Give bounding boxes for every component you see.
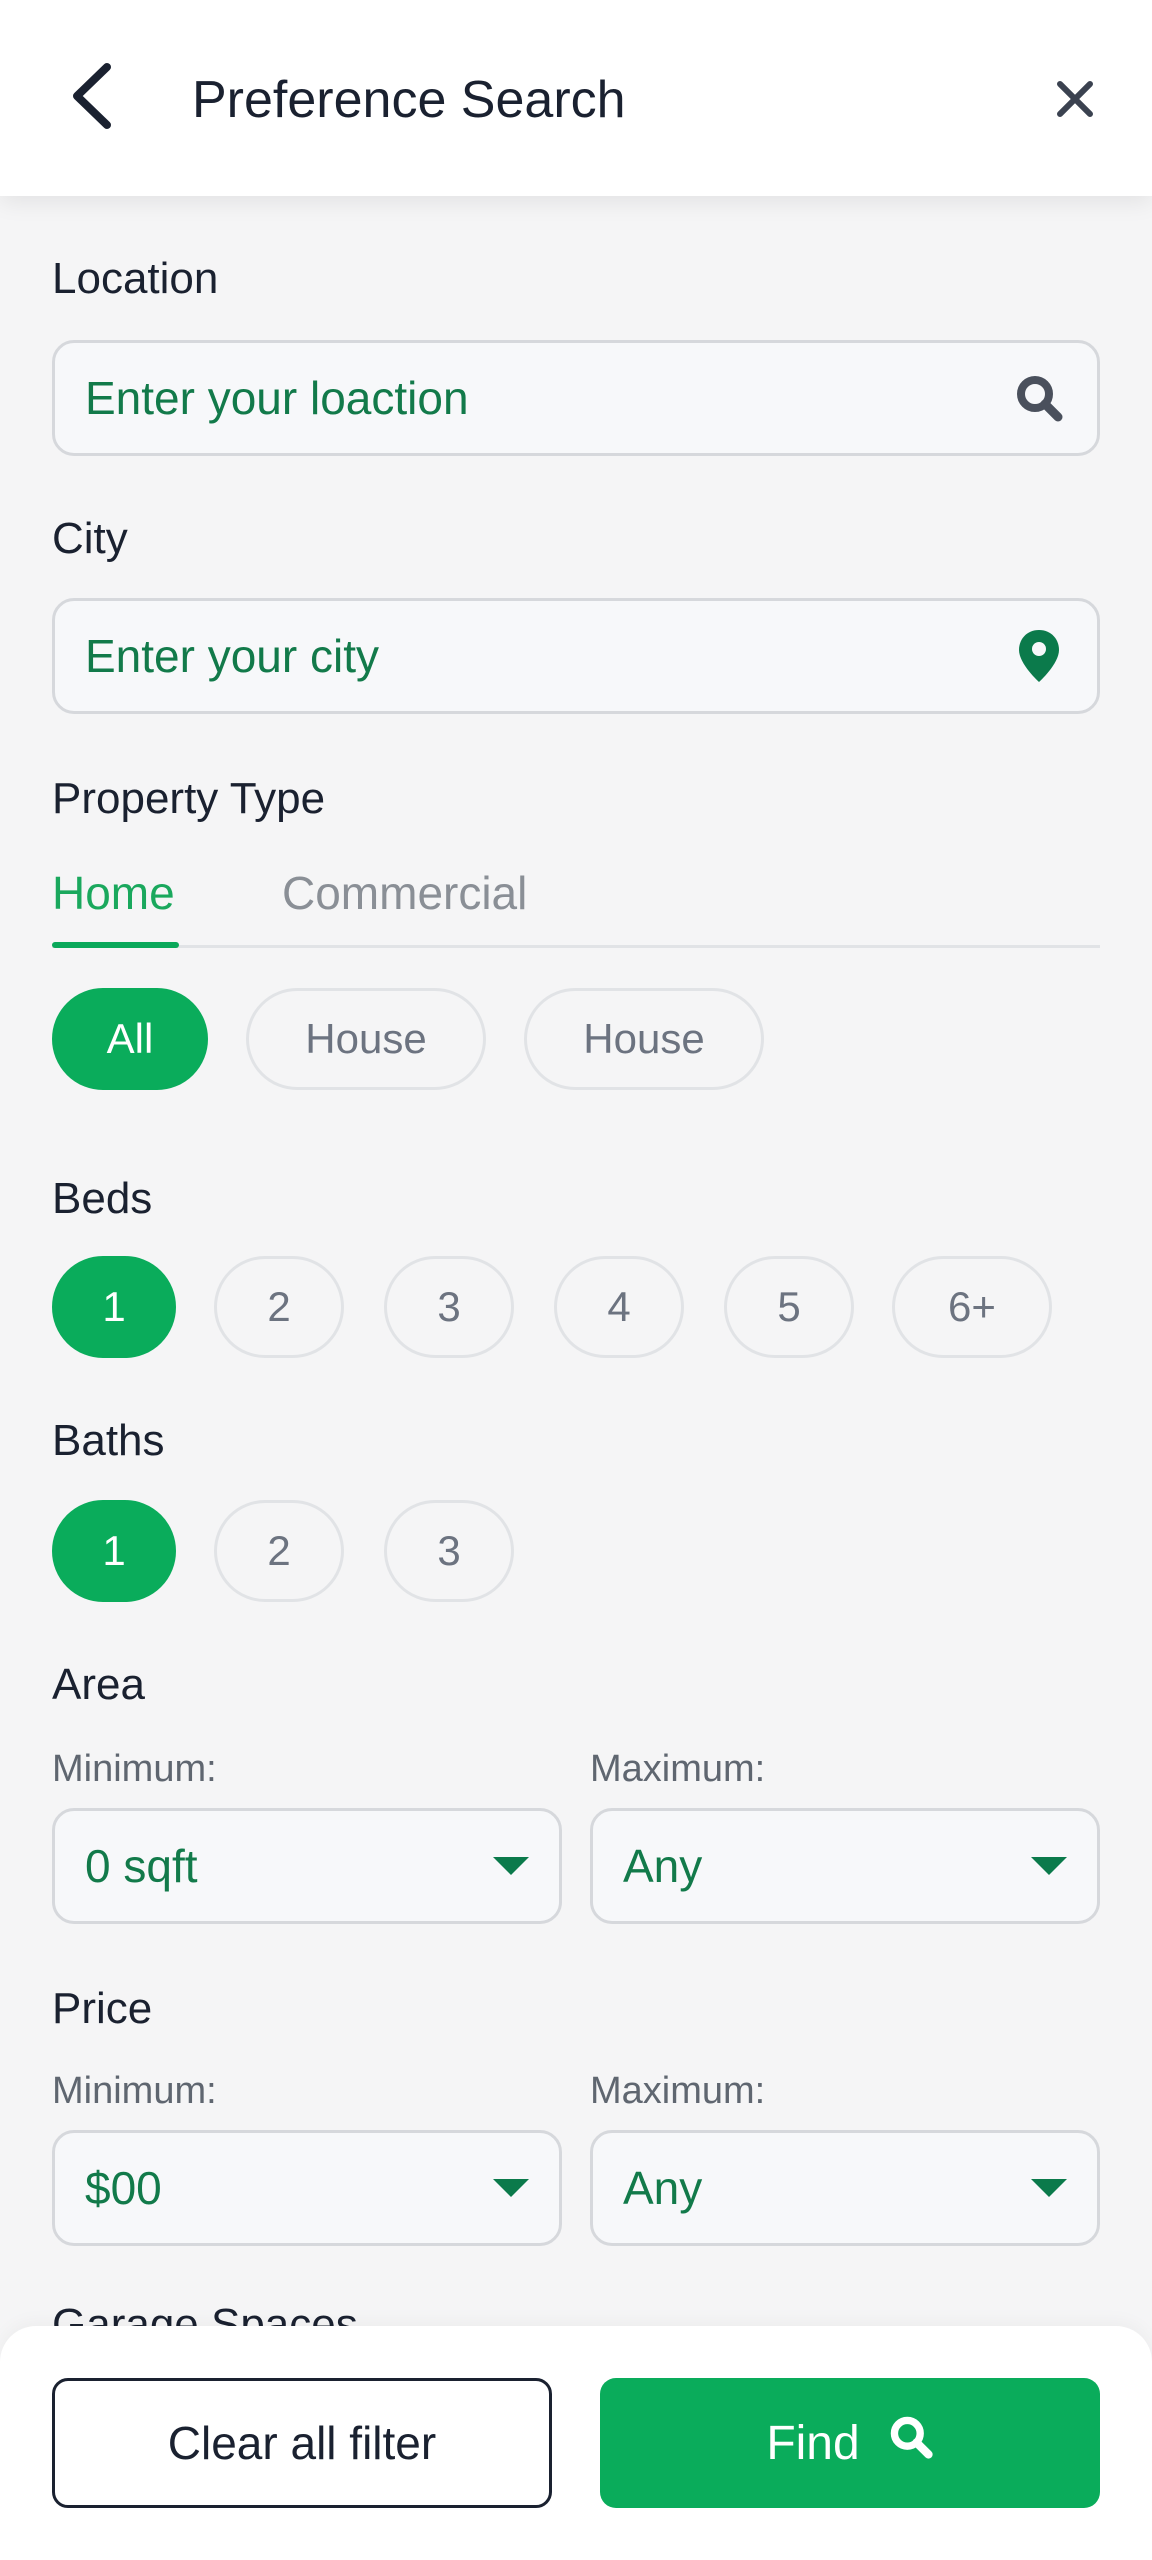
baths-option-2[interactable]: 2 bbox=[214, 1500, 344, 1602]
area-min-label: Minimum: bbox=[52, 1748, 217, 1790]
location-pin-icon bbox=[1011, 628, 1067, 684]
price-min-select[interactable]: $00 bbox=[52, 2130, 562, 2246]
area-min-value: 0 sqft bbox=[85, 1840, 198, 1892]
baths-label: Baths bbox=[52, 1416, 165, 1465]
search-icon bbox=[1011, 370, 1067, 426]
footer-actions: Clear all filter Find bbox=[0, 2326, 1152, 2560]
location-input[interactable]: Enter your loaction bbox=[52, 340, 1100, 456]
property-chip-all[interactable]: All bbox=[52, 988, 208, 1090]
baths-option-1[interactable]: 1 bbox=[52, 1500, 176, 1602]
beds-option-4[interactable]: 4 bbox=[554, 1256, 684, 1358]
tab-divider bbox=[52, 945, 1100, 948]
page-title: Preference Search bbox=[192, 71, 626, 129]
beds-option-2[interactable]: 2 bbox=[214, 1256, 344, 1358]
chevron-down-icon bbox=[493, 1857, 529, 1875]
beds-option-6plus[interactable]: 6+ bbox=[892, 1256, 1052, 1358]
location-placeholder: Enter your loaction bbox=[85, 372, 469, 424]
back-button[interactable] bbox=[52, 58, 132, 138]
city-label: City bbox=[52, 514, 128, 563]
beds-option-1[interactable]: 1 bbox=[52, 1256, 176, 1358]
search-icon bbox=[888, 2414, 934, 2472]
tab-home[interactable]: Home bbox=[52, 866, 175, 920]
property-type-label: Property Type bbox=[52, 774, 326, 823]
chevron-left-icon bbox=[69, 62, 115, 134]
tab-active-indicator bbox=[52, 942, 179, 948]
chevron-down-icon bbox=[1031, 1857, 1067, 1875]
area-max-label: Maximum: bbox=[590, 1748, 766, 1790]
price-min-value: $00 bbox=[85, 2162, 162, 2214]
price-max-value: Any bbox=[623, 2162, 703, 2214]
price-min-label: Minimum: bbox=[52, 2070, 217, 2112]
location-label: Location bbox=[52, 254, 219, 303]
find-label: Find bbox=[766, 2416, 860, 2470]
app-header: Preference Search bbox=[0, 0, 1152, 196]
price-max-select[interactable]: Any bbox=[590, 2130, 1100, 2246]
close-icon bbox=[1056, 80, 1094, 123]
tab-commercial[interactable]: Commercial bbox=[282, 866, 527, 920]
city-input[interactable]: Enter your city bbox=[52, 598, 1100, 714]
close-button[interactable] bbox=[1040, 66, 1110, 136]
find-button[interactable]: Find bbox=[600, 2378, 1100, 2508]
price-label: Price bbox=[52, 1984, 153, 2033]
area-max-select[interactable]: Any bbox=[590, 1808, 1100, 1924]
beds-label: Beds bbox=[52, 1174, 153, 1223]
baths-option-3[interactable]: 3 bbox=[384, 1500, 514, 1602]
city-placeholder: Enter your city bbox=[85, 630, 379, 682]
area-max-value: Any bbox=[623, 1840, 703, 1892]
price-max-label: Maximum: bbox=[590, 2070, 766, 2112]
clear-all-filter-button[interactable]: Clear all filter bbox=[52, 2378, 552, 2508]
chevron-down-icon bbox=[1031, 2179, 1067, 2197]
beds-option-5[interactable]: 5 bbox=[724, 1256, 854, 1358]
area-min-select[interactable]: 0 sqft bbox=[52, 1808, 562, 1924]
property-chip-house[interactable]: House bbox=[246, 988, 486, 1090]
chevron-down-icon bbox=[493, 2179, 529, 2197]
property-chip-house-2[interactable]: House bbox=[524, 988, 764, 1090]
beds-option-3[interactable]: 3 bbox=[384, 1256, 514, 1358]
area-label: Area bbox=[52, 1660, 145, 1709]
